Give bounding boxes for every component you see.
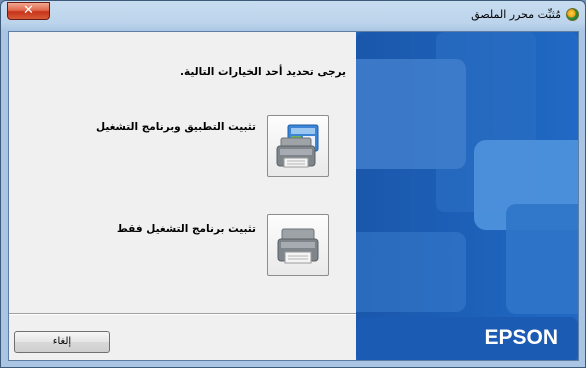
printer-icon [277,228,319,264]
content-pane: يرجى تحديد أحد الخيارات التالية. تثبيت ا… [9,32,356,360]
close-button[interactable]: ✕ [7,2,50,20]
instruction-text: يرجى تحديد أحد الخيارات التالية. [180,66,346,78]
epson-logo: EPSON [484,326,558,349]
cancel-button[interactable]: إلغاء [14,331,110,353]
app-icon [566,8,579,21]
install-app-and-driver-button[interactable] [267,115,329,177]
installer-window: ✕ مُثبِّت محرر الملصق يرجى تحديد أحد الخ… [0,0,586,368]
printer-with-app-icon [276,124,319,168]
brand-panel: EPSON [356,32,578,360]
install-driver-only-button[interactable] [267,214,329,276]
close-icon: ✕ [23,3,34,18]
dialog-client-area: يرجى تحديد أحد الخيارات التالية. تثبيت ا… [8,31,579,361]
title-bar[interactable]: ✕ مُثبِّت محرر الملصق [1,1,585,32]
install-app-and-driver-label: تثبيت التطبيق وبرنامج التشغيل [95,121,256,133]
install-driver-only-label: تثبيت برنامج التشغيل فقط [116,223,256,235]
divider [9,313,356,315]
window-title: مُثبِّت محرر الملصق [471,8,561,21]
